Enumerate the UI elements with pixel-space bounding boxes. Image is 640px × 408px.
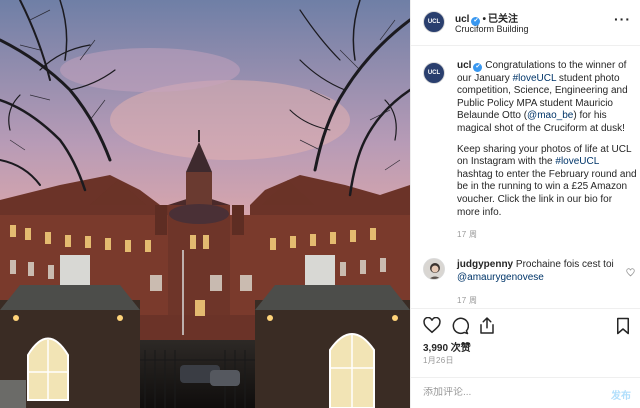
comment-icon[interactable] [451,317,469,340]
post-caption: UCL ucl ✔ Congratulations to the winner o… [423,60,637,242]
hashtag-link[interactable]: #loveUCL [513,73,557,84]
comment-input[interactable] [423,387,583,398]
post-photo[interactable] [0,0,410,408]
post-header: UCL ucl ✔ • 已关注 Cruciform Building ··· [411,0,640,46]
comment-username[interactable]: judgypenny [457,259,513,270]
action-bar: 3,990 次赞 1月26日 发布 [411,308,640,408]
add-comment-bar: 发布 [411,377,640,408]
mention-link[interactable]: @mao_be [527,110,573,121]
location-link[interactable]: Cruciform Building [455,24,529,34]
caption-text: ucl ✔ Congratulations to the winner of ou… [457,60,637,242]
caption-timestamp[interactable]: 17 周 [457,229,637,242]
profile-avatar[interactable]: UCL [423,11,445,33]
like-count[interactable]: 3,990 次赞 [423,339,471,354]
post-comment-button[interactable]: 发布 [611,387,631,402]
hashtag-link[interactable]: #loveUCL [555,156,599,167]
commenter-avatar[interactable] [423,258,445,280]
comment-body: Prochaine fois cest toi [513,259,614,270]
heart-icon[interactable] [626,264,635,282]
caption-text-part: hashtag to enter the February round and … [457,168,637,218]
post-date[interactable]: 1月26日 [423,355,454,366]
avatar-logo-text: UCL [427,19,441,25]
bookmark-icon[interactable] [616,317,630,340]
mention-link[interactable]: @amaurygenovese [457,272,544,283]
caption-paragraph-2: Keep sharing your photos of life at UCL … [457,144,637,220]
commenter-photo [424,259,444,279]
share-icon[interactable] [478,316,496,340]
caption-username[interactable]: ucl [457,60,471,71]
heart-icon[interactable] [423,316,441,339]
avatar-logo-text: UCL [427,70,441,76]
caption-avatar[interactable]: UCL [423,62,445,84]
comment-item: judgypenny Prochaine fois cest toi @amau… [423,258,635,307]
more-options-icon[interactable]: ··· [614,12,631,26]
post-sidebar: UCL ucl ✔ • 已关注 Cruciform Building ··· UCL … [410,0,640,408]
comment-timestamp[interactable]: 17 周 [457,294,617,307]
cruciform-building-image [0,0,410,408]
caption-text-part: Keep sharing your photos of life at UCL … [457,143,632,168]
comment-text: judgypenny Prochaine fois cest toi @amau… [457,258,617,307]
